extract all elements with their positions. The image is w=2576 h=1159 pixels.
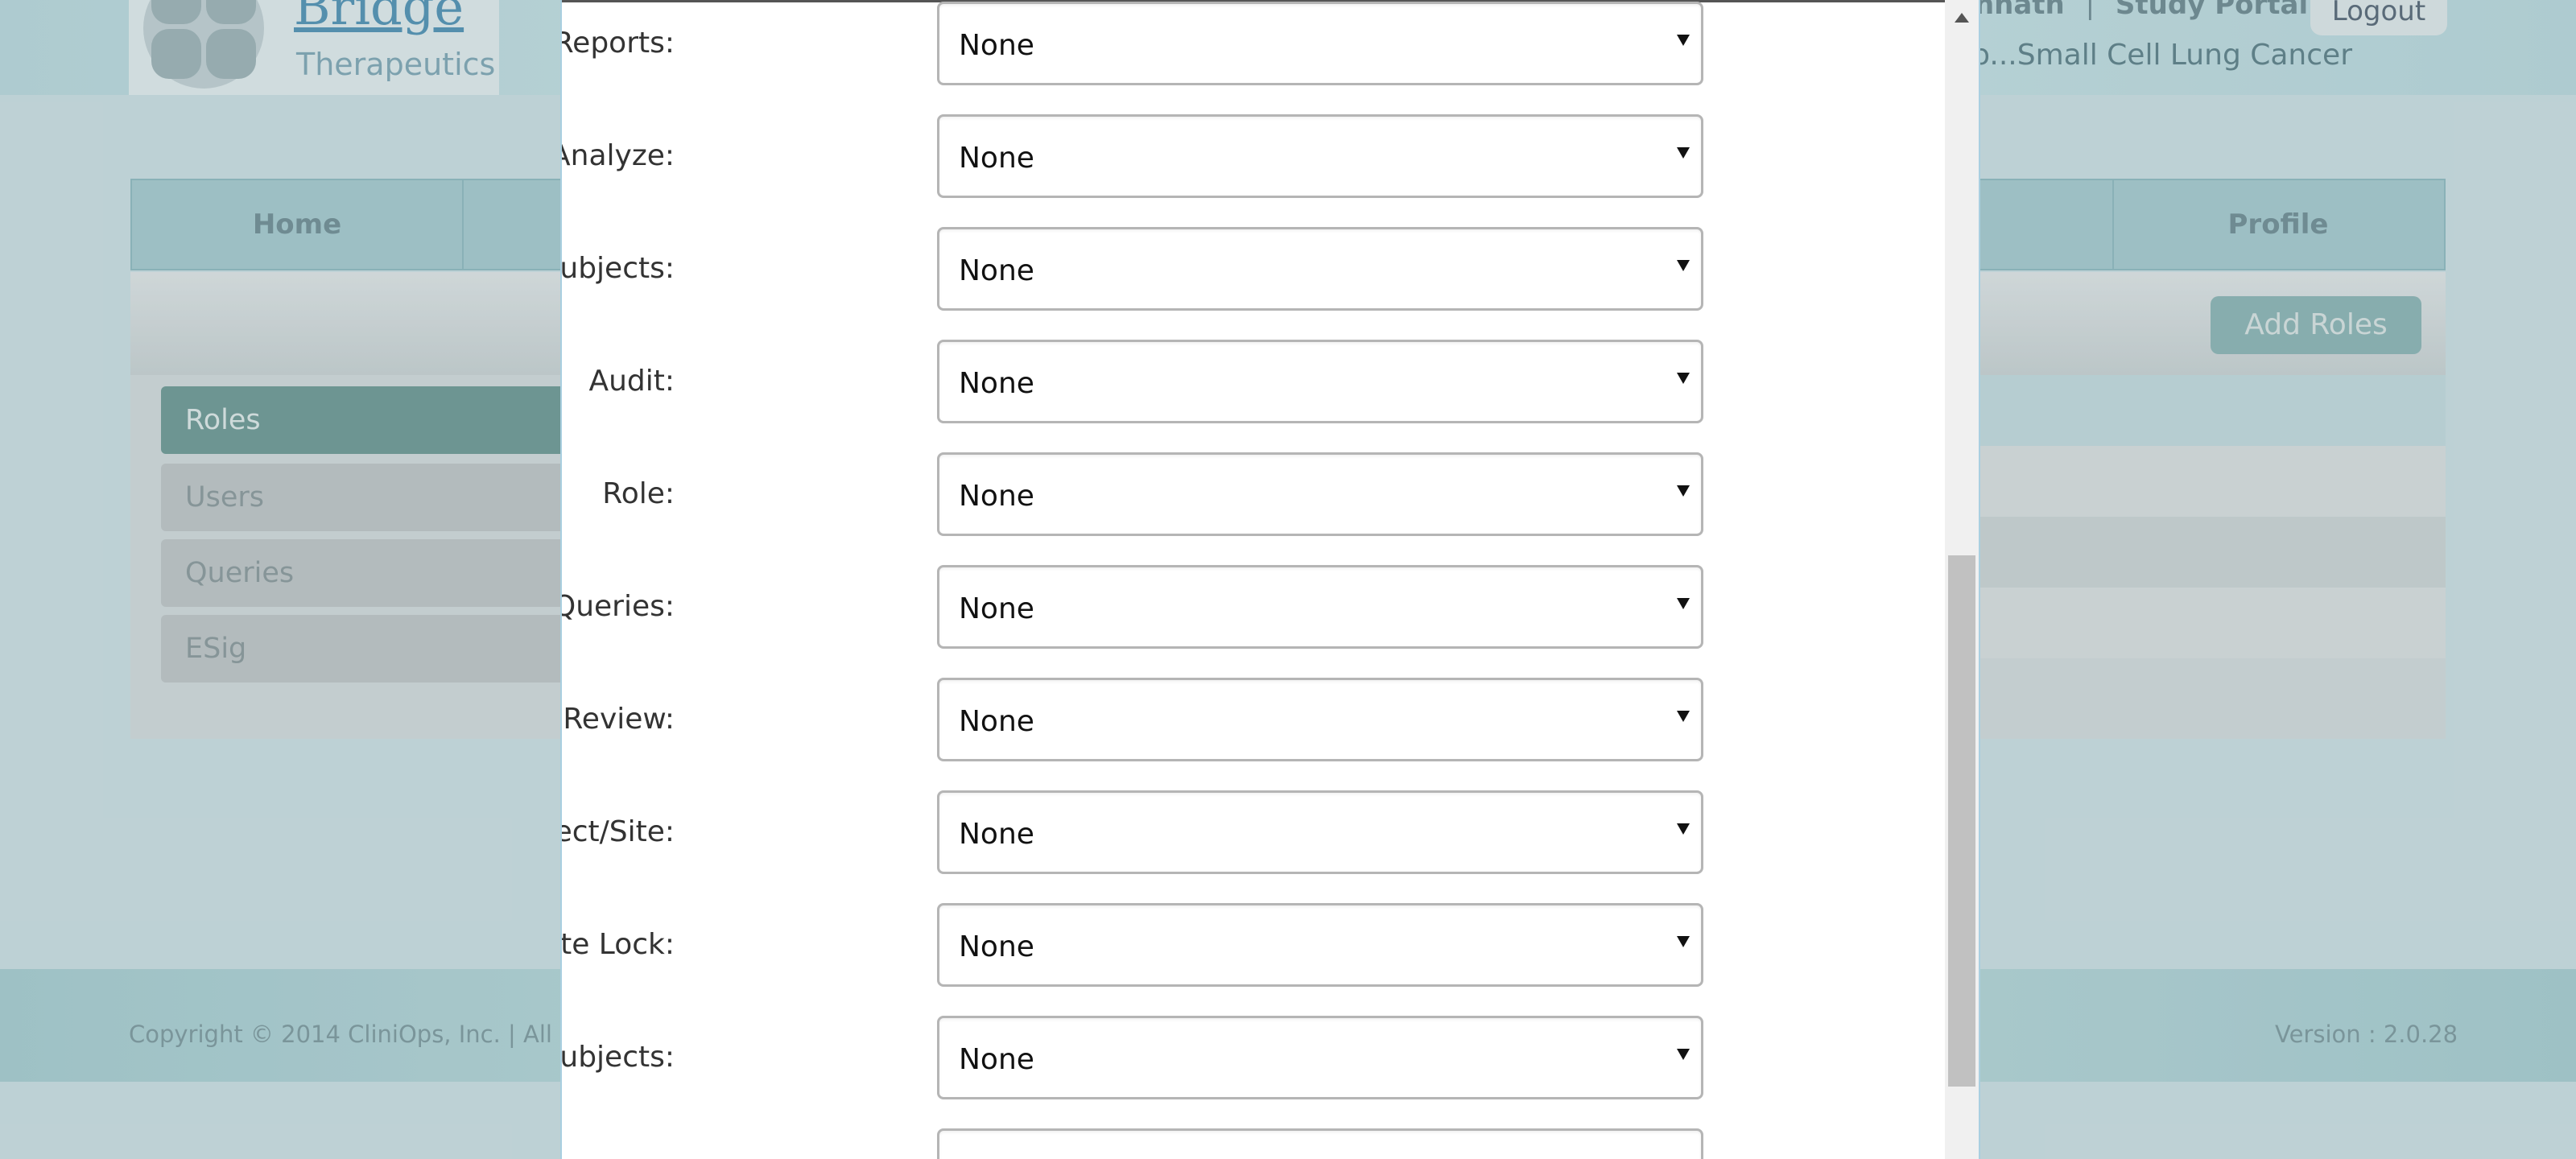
dropdown-arrow-icon [1677, 1049, 1690, 1060]
field-queries: Queries: None [562, 565, 1705, 654]
field-form-review: Form Review: None [562, 678, 1705, 766]
field-label: Analyze: [560, 139, 675, 172]
select-value: None [959, 705, 1034, 738]
field-analyze: Analyze: None [562, 114, 1705, 203]
field-label: Form Review: [562, 703, 675, 736]
scroll-thumb[interactable] [1948, 555, 1975, 1087]
dropdown-arrow-icon [1677, 373, 1690, 384]
form-review-select[interactable]: None [937, 678, 1703, 761]
dropdown-arrow-icon [1677, 823, 1690, 835]
role-permissions-dialog: Export-Reports: None Analyze: None View … [560, 0, 1980, 1159]
site-lock-select[interactable]: None [937, 903, 1703, 987]
select-value: None [959, 480, 1034, 513]
select-value: None [959, 930, 1034, 963]
role-select[interactable]: None [937, 452, 1703, 536]
select-value: None [959, 142, 1034, 175]
field-site-lock: Site Lock: None [562, 903, 1705, 992]
field-label: View Subjects: [560, 252, 675, 285]
dropdown-arrow-icon [1677, 936, 1690, 947]
dropdown-arrow-icon [1677, 711, 1690, 722]
field-audit: Audit: None [562, 340, 1705, 428]
scroll-up-arrow-icon[interactable] [1955, 13, 1969, 23]
field-label: Role: [602, 477, 675, 510]
dropdown-arrow-icon [1677, 35, 1690, 46]
field-view-subjects: View Subjects: None [562, 227, 1705, 316]
view-subjects-select[interactable]: None [937, 227, 1703, 311]
field-export-reports: Export-Reports: None [562, 2, 1705, 90]
queries-select[interactable]: None [937, 565, 1703, 649]
select-value: None [959, 592, 1034, 625]
field-register-subjects: Register Subjects: None [562, 1016, 1705, 1104]
dialog-scrollbar[interactable] [1945, 0, 1979, 1159]
field-label: Register Subjects: [560, 1041, 675, 1074]
select-value: None [959, 818, 1034, 851]
select-value: None [959, 1043, 1034, 1076]
select-value: None [959, 29, 1034, 62]
dropdown-arrow-icon [1677, 485, 1690, 497]
analyze-select[interactable]: None [937, 114, 1703, 198]
select-value: None [959, 367, 1034, 400]
dropdown-arrow-icon [1677, 147, 1690, 159]
field-role: Role: None [562, 452, 1705, 541]
field-unlock-subject-site: Unlock Subject/Site: None [562, 790, 1705, 879]
dropdown-arrow-icon [1677, 598, 1690, 609]
field-label: Unlock Subject/Site: [562, 815, 675, 848]
audit-select[interactable]: None [937, 340, 1703, 423]
partially-hidden-select[interactable] [937, 1128, 1703, 1159]
dropdown-arrow-icon [1677, 260, 1690, 271]
field-label: Site Lock: [560, 928, 675, 961]
select-value: None [959, 254, 1034, 287]
unlock-subject-site-select[interactable]: None [937, 790, 1703, 874]
field-label: Queries: [560, 590, 675, 623]
field-label: Audit: [588, 365, 675, 398]
register-subjects-select[interactable]: None [937, 1016, 1703, 1099]
field-partially-hidden [562, 1128, 1705, 1159]
field-label: Export-Reports: [560, 27, 675, 60]
export-reports-select[interactable]: None [937, 2, 1703, 85]
